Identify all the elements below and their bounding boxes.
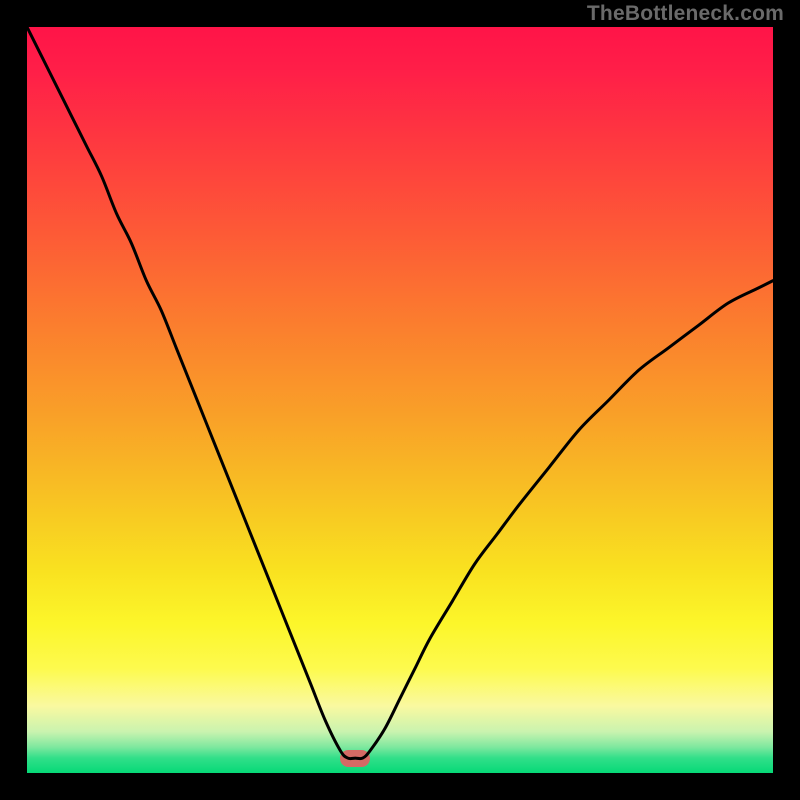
plot-area (27, 27, 773, 773)
watermark-text: TheBottleneck.com (587, 2, 784, 26)
bottleneck-curve (27, 27, 773, 773)
chart-frame: TheBottleneck.com (0, 0, 800, 800)
